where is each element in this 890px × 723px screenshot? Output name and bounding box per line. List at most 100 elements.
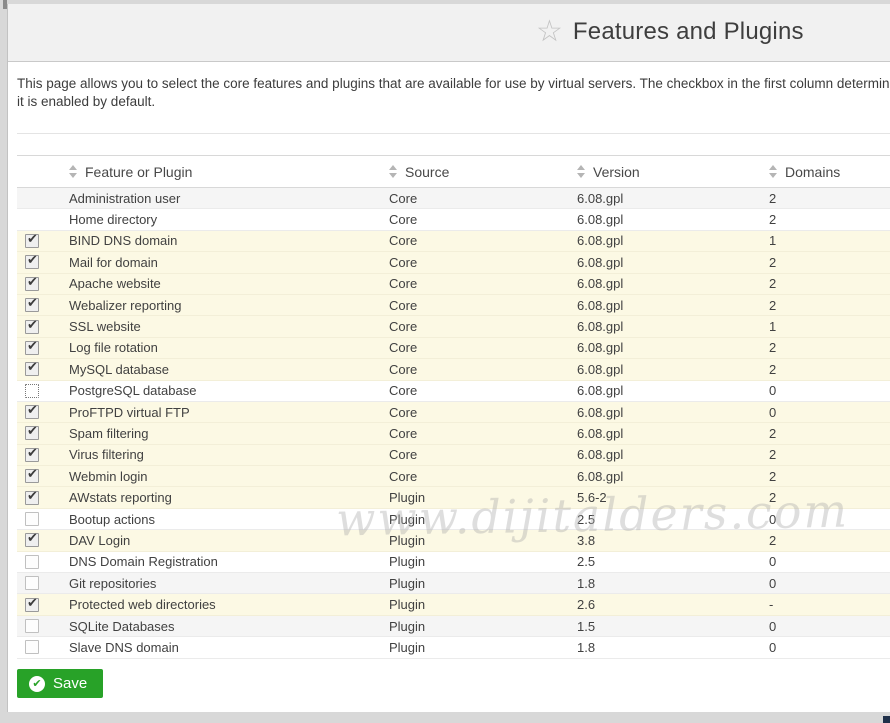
sort-arrows-icon[interactable] [577,165,585,178]
feature-checkbox[interactable] [25,640,39,654]
domains-count: 1 [769,233,890,248]
source-value: Core [389,383,577,398]
sort-arrows-icon[interactable] [389,165,397,178]
feature-name: Bootup actions [69,512,389,527]
table-row: Administration userCore6.08.gpl2 [17,188,890,209]
domains-count: 2 [769,255,890,270]
feature-checkbox[interactable] [25,576,39,590]
feature-checkbox[interactable] [25,277,39,291]
column-header-version[interactable]: Version [577,164,769,180]
feature-checkbox[interactable] [25,234,39,248]
sort-arrows-icon[interactable] [69,165,77,178]
sort-arrows-icon[interactable] [769,165,777,178]
version-value: 1.5 [577,619,769,634]
version-value: 6.08.gpl [577,255,769,270]
feature-name: Protected web directories [69,597,389,612]
source-value: Plugin [389,490,577,505]
table-row: Home directoryCore6.08.gpl2 [17,209,890,230]
source-value: Core [389,340,577,355]
feature-checkbox[interactable] [25,405,39,419]
column-header-domains[interactable]: Domains [769,164,890,180]
feature-checkbox[interactable] [25,598,39,612]
source-value: Plugin [389,597,577,612]
table-row: Mail for domainCore6.08.gpl2 [17,252,890,273]
feature-name: Virus filtering [69,447,389,462]
source-value: Core [389,405,577,420]
screen-artifact-bottom-right [883,716,890,723]
feature-checkbox[interactable] [25,469,39,483]
feature-checkbox[interactable] [25,384,39,398]
feature-name: ProFTPD virtual FTP [69,405,389,420]
feature-checkbox[interactable] [25,448,39,462]
source-value: Plugin [389,533,577,548]
checkbox-cell [17,298,69,312]
feature-checkbox[interactable] [25,362,39,376]
version-value: 6.08.gpl [577,362,769,377]
domains-count: 2 [769,298,890,313]
version-value: 6.08.gpl [577,426,769,441]
divider [17,133,890,134]
feature-name: PostgreSQL database [69,383,389,398]
checkbox-cell [17,234,69,248]
feature-checkbox[interactable] [25,320,39,334]
domains-count: 2 [769,533,890,548]
page-header: ☆ Features and Plugins [8,4,890,62]
check-circle-icon: ✔ [29,676,45,692]
version-value: 2.6 [577,597,769,612]
feature-name: Slave DNS domain [69,640,389,655]
column-header-feature[interactable]: Feature or Plugin [69,164,389,180]
table-row: DNS Domain RegistrationPlugin2.50 [17,552,890,573]
domains-count: 2 [769,469,890,484]
table-header-row: Feature or PluginSourceVersionDomains [17,155,890,188]
checkbox-cell [17,469,69,483]
page-description: This page allows you to select the core … [17,75,890,111]
table-row: Virus filteringCore6.08.gpl2 [17,445,890,466]
domains-count: 2 [769,426,890,441]
feature-name: AWstats reporting [69,490,389,505]
domains-count: 0 [769,383,890,398]
checkbox-cell [17,320,69,334]
checkbox-cell [17,448,69,462]
checkbox-cell [17,426,69,440]
feature-checkbox[interactable] [25,255,39,269]
feature-checkbox[interactable] [25,426,39,440]
feature-checkbox[interactable] [25,555,39,569]
feature-checkbox[interactable] [25,341,39,355]
version-value: 6.08.gpl [577,383,769,398]
checkbox-cell [17,491,69,505]
star-icon: ☆ [536,16,563,48]
table-row: Log file rotationCore6.08.gpl2 [17,338,890,359]
feature-checkbox[interactable] [25,619,39,633]
version-value: 6.08.gpl [577,298,769,313]
source-value: Plugin [389,554,577,569]
domains-count: 0 [769,640,890,655]
version-value: 2.5 [577,554,769,569]
checkbox-cell [17,640,69,654]
column-header-source[interactable]: Source [389,164,577,180]
version-value: 6.08.gpl [577,319,769,334]
version-value: 6.08.gpl [577,191,769,206]
feature-name: Mail for domain [69,255,389,270]
title-group: ☆ Features and Plugins [536,16,804,48]
feature-checkbox[interactable] [25,491,39,505]
feature-name: Webmin login [69,469,389,484]
checkbox-cell [17,512,69,526]
feature-name: MySQL database [69,362,389,377]
checkbox-cell [17,277,69,291]
table-row: Slave DNS domainPlugin1.80 [17,637,890,658]
source-value: Core [389,276,577,291]
table-row: MySQL databaseCore6.08.gpl2 [17,359,890,380]
feature-checkbox[interactable] [25,298,39,312]
checkbox-cell [17,619,69,633]
table-row: Apache websiteCore6.08.gpl2 [17,274,890,295]
feature-checkbox[interactable] [25,512,39,526]
table-body: Administration userCore6.08.gpl2Home dir… [17,188,890,659]
save-button-label: Save [53,675,87,692]
domains-count: 2 [769,447,890,462]
feature-name: SQLite Databases [69,619,389,634]
domains-count: 2 [769,212,890,227]
feature-checkbox[interactable] [25,533,39,547]
version-value: 2.5 [577,512,769,527]
table-row: SSL websiteCore6.08.gpl1 [17,316,890,337]
save-button[interactable]: ✔ Save [17,669,103,698]
